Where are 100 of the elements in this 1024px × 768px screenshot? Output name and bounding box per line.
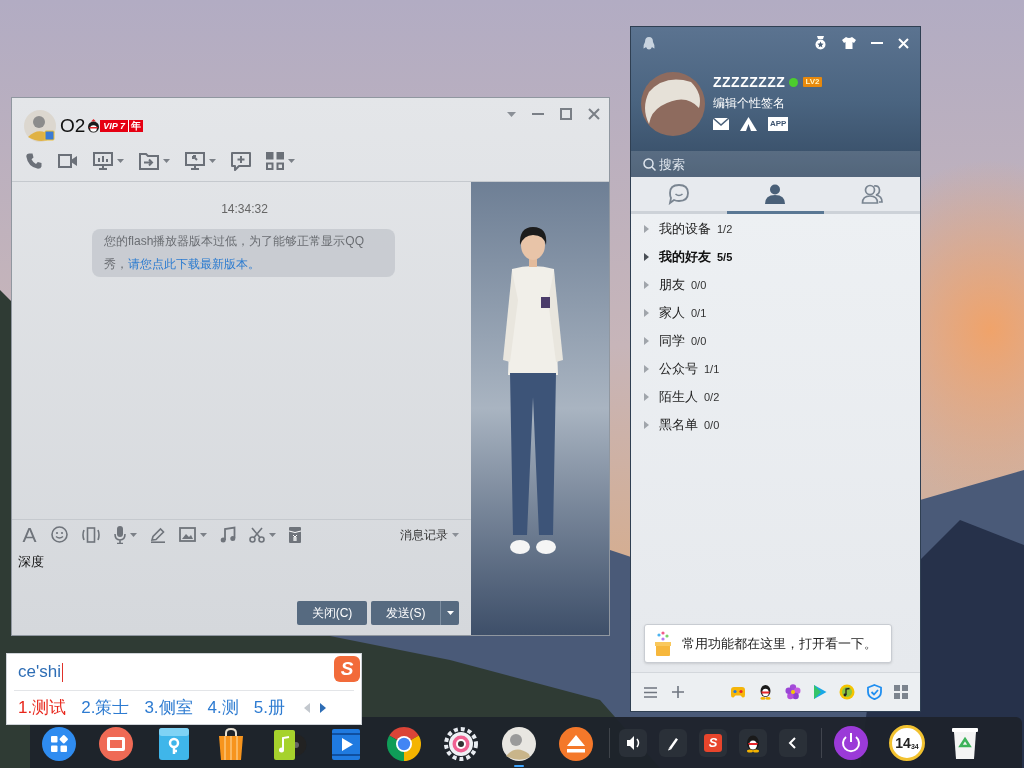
group-count: 1/2: [717, 222, 733, 236]
people-icon: [860, 183, 883, 205]
eject-icon[interactable]: [558, 725, 595, 762]
caret-down-icon[interactable]: [288, 159, 295, 163]
grid-icon[interactable]: [266, 152, 284, 170]
power-icon[interactable]: [833, 724, 869, 761]
phone-icon[interactable]: [25, 152, 43, 170]
text-cursor: [61, 662, 63, 682]
send-options-button[interactable]: [441, 601, 459, 625]
caret-down-icon[interactable]: [130, 532, 137, 537]
contact-name: O2: [60, 115, 86, 137]
medal-icon[interactable]: [814, 36, 827, 50]
play-icon[interactable]: [813, 684, 827, 700]
ime-logo: S: [334, 656, 360, 682]
folder-arrow-icon[interactable]: [139, 152, 159, 170]
caret-down-icon[interactable]: [117, 159, 124, 163]
gear-icon[interactable]: [443, 725, 480, 762]
trash-icon[interactable]: [950, 725, 980, 760]
shield-icon[interactable]: [867, 684, 882, 700]
candidate-word[interactable]: 5.册: [253, 697, 285, 718]
group-count: 5/5: [717, 250, 733, 264]
caret-down-icon[interactable]: [452, 532, 459, 537]
search-field[interactable]: 搜索: [659, 153, 920, 175]
shirt-icon[interactable]: [842, 37, 856, 49]
group-name[interactable]: 黑名单: [659, 417, 698, 433]
group-count: 0/0: [691, 278, 707, 292]
clock-hour: 14: [895, 735, 911, 750]
chevron-left-icon[interactable]: [779, 728, 807, 757]
group-name[interactable]: 我的好友: [659, 249, 711, 265]
pen-icon[interactable]: [659, 728, 687, 757]
caret-down-icon[interactable]: [209, 159, 216, 163]
maximize-icon[interactable]: [560, 108, 572, 120]
group-name[interactable]: 朋友: [659, 277, 685, 293]
flower-icon[interactable]: [785, 684, 801, 700]
box-icon: [655, 630, 671, 657]
smiley-icon[interactable]: [51, 526, 68, 543]
chat-bubble-icon: [668, 183, 691, 205]
caret-right-icon[interactable]: [644, 253, 649, 261]
close-icon[interactable]: [588, 108, 600, 120]
music-disc-icon[interactable]: [839, 684, 855, 700]
next-page-icon[interactable]: [319, 702, 326, 713]
tip-text: 常用功能都在这里，打开看一下。: [682, 635, 877, 652]
app-badge[interactable]: APP: [768, 117, 789, 131]
app-grid-icon[interactable]: [40, 725, 77, 762]
composition-text: ce'shi: [18, 662, 61, 682]
speaker-icon[interactable]: [619, 728, 647, 757]
vip-year-badge: 年: [128, 120, 144, 132]
microphone-icon[interactable]: [114, 525, 126, 544]
search-bar[interactable]: 搜索: [631, 151, 920, 177]
group-name[interactable]: 家人: [659, 305, 685, 321]
group-count: 0/0: [704, 418, 720, 432]
tent-icon[interactable]: [740, 117, 757, 131]
pencil-icon[interactable]: [150, 526, 166, 543]
image-icon[interactable]: [179, 527, 196, 542]
scissors-icon[interactable]: [249, 526, 265, 543]
penguin-icon[interactable]: [739, 728, 767, 757]
group-count: 0/0: [691, 334, 707, 348]
signature-text[interactable]: 编辑个性签名: [713, 95, 822, 111]
penguin-icon[interactable]: [758, 684, 773, 700]
caret-down-icon[interactable]: [200, 532, 207, 537]
candidate-word[interactable]: 1.测试: [18, 697, 67, 718]
person-icon: [764, 183, 787, 205]
monitor-chart-icon[interactable]: [93, 152, 113, 170]
ime-tray-button[interactable]: S: [699, 728, 727, 757]
candidate-word[interactable]: 2.策士: [81, 697, 130, 718]
group-name[interactable]: 公众号: [659, 361, 698, 377]
group-count: 0/2: [704, 390, 720, 404]
send-button[interactable]: 发送(S): [371, 601, 441, 625]
group-name[interactable]: 同学: [659, 333, 685, 349]
candidate-word[interactable]: 3.侧室: [144, 697, 193, 718]
candidate-word[interactable]: 4.测: [207, 697, 239, 718]
menu-icon[interactable]: [644, 686, 657, 698]
game-controller-icon[interactable]: [730, 685, 746, 699]
close-button[interactable]: 关闭(C): [297, 601, 367, 625]
mail-icon[interactable]: [713, 118, 729, 130]
group-count: 1/1: [704, 362, 720, 376]
caret-down-icon[interactable]: [507, 111, 516, 117]
caret-down-icon[interactable]: [446, 611, 454, 615]
search-icon: [643, 157, 656, 171]
window-shake-icon[interactable]: [81, 526, 101, 543]
avatar-icon[interactable]: [641, 72, 705, 136]
group-name[interactable]: 我的设备: [659, 221, 711, 237]
grid-icon[interactable]: [894, 685, 908, 699]
group-name[interactable]: 陌生人: [659, 389, 698, 405]
video-camera-icon[interactable]: [58, 153, 78, 169]
caret-down-icon[interactable]: [269, 532, 276, 537]
nickname: ZZZZZZZZ: [713, 74, 786, 90]
system-message: 您的flash播放器版本过低，为了能够正常显示QQ秀，请您点此下载最新版本。: [92, 229, 395, 277]
message-input[interactable]: 深度: [12, 549, 471, 597]
tricolor-circle-icon[interactable]: [385, 725, 422, 762]
plus-icon[interactable]: [672, 686, 684, 698]
film-circle-icon[interactable]: [98, 725, 135, 762]
avatar-icon[interactable]: [500, 725, 537, 762]
penguin-icon: [87, 119, 101, 133]
caret-down-icon[interactable]: [163, 159, 170, 163]
monitor-cursor-icon[interactable]: [185, 152, 205, 170]
envelope-icon[interactable]: [289, 526, 301, 543]
history-button[interactable]: 消息记录: [400, 526, 459, 543]
message-plus-icon[interactable]: [231, 151, 251, 171]
timestamp: 14:34:32: [221, 201, 268, 217]
